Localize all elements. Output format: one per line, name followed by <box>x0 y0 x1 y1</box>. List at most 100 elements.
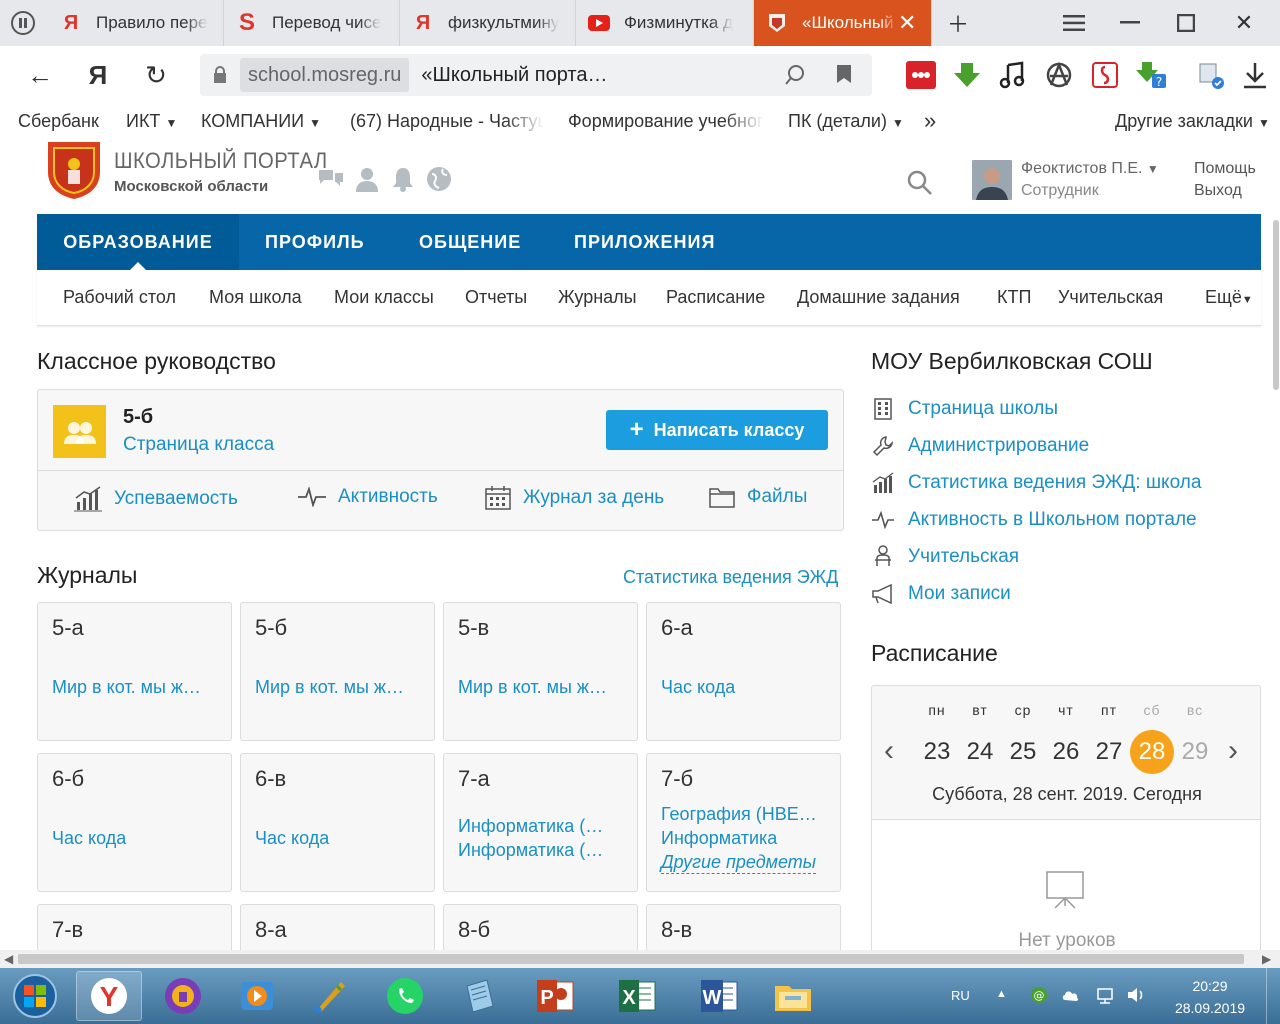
activity-link[interactable]: Активность <box>298 486 438 508</box>
journal-tile[interactable]: 5-б Мир в кот. мы ж… <box>240 602 435 741</box>
close-tab-icon[interactable]: ✕ <box>898 10 916 36</box>
help-link[interactable]: Помощь <box>1194 160 1256 178</box>
journal-tile[interactable]: 7-б География (НВЕ… Информатика Другие п… <box>646 753 841 892</box>
browser-tab[interactable]: Я Правило пере <box>48 0 224 46</box>
bookmark-item[interactable]: (67) Народные - Частуш <box>350 111 544 132</box>
back-icon[interactable]: ← <box>18 46 62 104</box>
tab-list-icon[interactable] <box>0 0 46 46</box>
translate-icon[interactable] <box>1196 60 1226 90</box>
journal-subject[interactable]: Час кода <box>52 828 222 849</box>
show-hidden-icons-icon[interactable]: ▲ <box>996 988 1007 1000</box>
extension-dots-icon[interactable] <box>906 60 936 90</box>
journal-tile[interactable]: 5-в Мир в кот. мы ж… <box>443 602 638 741</box>
day-number[interactable]: 29 <box>1173 730 1217 774</box>
bookmark-item[interactable]: Формирование учебного <box>568 111 764 132</box>
journal-subject[interactable]: География (НВЕ… <box>661 804 831 825</box>
yandex-home-icon[interactable]: Я <box>76 46 120 104</box>
browser-tab[interactable]: S Перевод чисе <box>224 0 400 46</box>
start-button[interactable] <box>0 971 70 1021</box>
files-link[interactable]: Файлы <box>709 486 807 508</box>
browser-tab-active[interactable]: «Школьный ✕ <box>754 0 932 46</box>
logout-link[interactable]: Выход <box>1194 182 1242 200</box>
day-number[interactable]: 23 <box>915 730 959 774</box>
journal-subject[interactable]: Мир в кот. мы ж… <box>458 677 628 698</box>
main-nav-education[interactable]: ОБРАЗОВАНИЕ <box>37 214 239 270</box>
bookmark-icon[interactable] <box>836 64 852 89</box>
tray-cloud-icon[interactable] <box>1062 986 1080 1009</box>
subnav-teachers-room[interactable]: Учительская <box>1058 287 1163 308</box>
main-nav-profile[interactable]: ПРОФИЛЬ <box>265 214 365 270</box>
moscow-region-emblem-icon[interactable] <box>44 140 104 200</box>
search-in-page-icon[interactable] <box>784 64 806 91</box>
minimize-icon[interactable] <box>1102 0 1158 46</box>
browser-tab[interactable]: Я физкультмину <box>400 0 576 46</box>
messages-icon[interactable] <box>318 166 344 192</box>
journal-subject[interactable]: Час кода <box>255 828 425 849</box>
video-player-taskbar-icon[interactable] <box>224 971 290 1021</box>
prev-week-icon[interactable]: ‹ <box>884 734 894 768</box>
class-page-link[interactable]: Страница класса <box>123 434 274 456</box>
treble-clef-icon[interactable] <box>1090 60 1120 90</box>
subnav-more[interactable]: Ещё▼ <box>1205 287 1253 308</box>
friends-icon[interactable] <box>354 166 380 192</box>
next-week-icon[interactable]: › <box>1228 734 1238 768</box>
clock-time[interactable]: 20:29 <box>1168 978 1252 994</box>
scrollbar-thumb[interactable] <box>18 954 1244 964</box>
whatsapp-taskbar-icon[interactable] <box>372 971 438 1021</box>
school-stats-link[interactable]: Статистика ведения ЭЖД: школа <box>871 471 1201 495</box>
yandex-browser-taskbar-icon[interactable]: Y <box>76 971 142 1021</box>
journal-tile[interactable]: 6-а Час кода <box>646 602 841 741</box>
subnav-my-classes[interactable]: Мои классы <box>334 287 434 308</box>
url-field[interactable]: school.mosreg.ru «Школьный порта… <box>200 54 872 96</box>
browser-tab[interactable]: Физминутка д <box>576 0 754 46</box>
bookmark-item[interactable]: Сбербанк <box>18 111 99 132</box>
day-number[interactable]: 27 <box>1087 730 1131 774</box>
scrollbar-thumb[interactable] <box>1273 220 1279 390</box>
music-icon[interactable] <box>998 60 1028 90</box>
bookmark-folder[interactable]: КОМПАНИИ ▼ <box>201 111 321 132</box>
tray-volume-icon[interactable] <box>1126 986 1146 1009</box>
menu-icon[interactable] <box>1046 0 1102 46</box>
school-page-link[interactable]: Страница школы <box>871 397 1058 421</box>
day-number[interactable]: 26 <box>1044 730 1088 774</box>
tor-browser-taskbar-icon[interactable] <box>150 971 216 1021</box>
powerpoint-taskbar-icon[interactable]: P <box>522 971 588 1021</box>
journal-tile[interactable]: 7-а Информатика (… Информатика (… <box>443 753 638 892</box>
journal-subject[interactable]: Информатика <box>661 828 831 849</box>
globe-icon[interactable] <box>426 166 452 192</box>
main-nav-communication[interactable]: ОБЩЕНИЕ <box>419 214 521 270</box>
journal-tile[interactable]: 5-а Мир в кот. мы ж… <box>37 602 232 741</box>
journal-tile[interactable]: 6-б Час кода <box>37 753 232 892</box>
journal-subject[interactable]: Информатика (… <box>458 840 628 861</box>
notifications-bell-icon[interactable] <box>390 166 416 192</box>
teachers-room-link[interactable]: Учительская <box>871 545 1019 569</box>
anarchy-icon[interactable] <box>1044 60 1074 90</box>
subnav-schedule[interactable]: Расписание <box>666 287 765 308</box>
show-desktop-button[interactable] <box>1266 968 1280 1024</box>
tray-mail-icon[interactable]: @ <box>1030 986 1048 1009</box>
day-number[interactable]: 24 <box>958 730 1002 774</box>
downloads-icon[interactable] <box>1240 60 1270 90</box>
subnav-journals[interactable]: Журналы <box>558 287 637 308</box>
my-posts-link[interactable]: Мои записи <box>871 582 1011 606</box>
other-bookmarks[interactable]: Другие закладки ▼ <box>1115 111 1270 132</box>
user-menu[interactable]: Феоктистов П.Е. ▼ <box>1021 160 1159 178</box>
notepad-taskbar-icon[interactable] <box>446 971 512 1021</box>
download-arrow-icon[interactable] <box>952 60 982 90</box>
main-nav-apps[interactable]: ПРИЛОЖЕНИЯ <box>574 214 715 270</box>
scroll-left-icon[interactable]: ◀ <box>4 952 13 966</box>
subnav-desktop[interactable]: Рабочий стол <box>63 287 176 308</box>
journal-tile[interactable]: 6-в Час кода <box>240 753 435 892</box>
more-bookmarks-icon[interactable]: » <box>924 108 936 134</box>
day-journal-link[interactable]: Журнал за день <box>485 486 664 510</box>
paint-taskbar-icon[interactable] <box>298 971 364 1021</box>
new-tab-icon[interactable]: ＋ <box>930 0 986 46</box>
journal-subject[interactable]: Информатика (… <box>458 816 628 837</box>
write-class-button[interactable]: + Написать классу <box>606 410 828 450</box>
ezhd-stats-link[interactable]: Статистика ведения ЭЖД <box>623 567 838 588</box>
input-language[interactable]: RU <box>951 988 970 1003</box>
subnav-my-school[interactable]: Моя школа <box>209 287 302 308</box>
bookmark-folder[interactable]: ИКТ ▼ <box>126 111 177 132</box>
word-taskbar-icon[interactable]: W <box>686 971 752 1021</box>
portal-activity-link[interactable]: Активность в Школьном портале <box>871 508 1197 532</box>
